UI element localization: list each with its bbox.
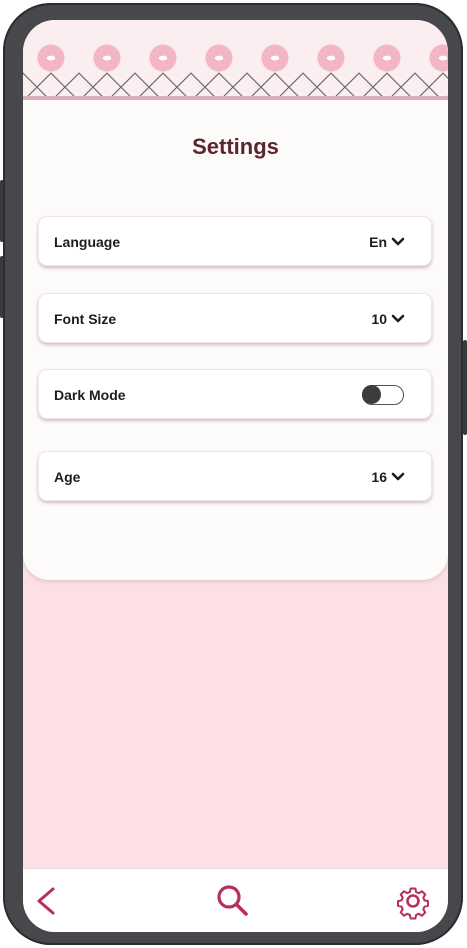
font-size-setting-row[interactable]: Font Size 10 — [38, 293, 432, 343]
age-value: 16 — [371, 469, 387, 485]
font-size-value: 10 — [371, 311, 387, 327]
language-value: En — [369, 234, 387, 250]
search-icon[interactable] — [213, 881, 253, 921]
decorative-pattern-header — [23, 20, 448, 100]
age-label: Age — [54, 469, 81, 485]
gear-icon[interactable] — [393, 881, 433, 921]
language-label: Language — [54, 234, 121, 250]
toggle-knob — [362, 385, 381, 404]
phone-frame: Settings Language En Font Size 10 Dark M… — [3, 3, 463, 945]
language-setting-row[interactable]: Language En — [38, 216, 432, 266]
bottom-navigation-bar — [23, 868, 448, 932]
dark-mode-toggle[interactable] — [362, 385, 404, 405]
dark-mode-setting-row: Dark Mode — [38, 369, 432, 419]
dark-mode-label: Dark Mode — [54, 387, 126, 403]
page-title: Settings — [192, 134, 279, 159]
back-icon[interactable] — [29, 881, 69, 921]
chevron-down-icon[interactable] — [391, 312, 405, 326]
chevron-down-icon[interactable] — [391, 235, 405, 249]
age-setting-row[interactable]: Age 16 — [38, 451, 432, 501]
font-size-label: Font Size — [54, 311, 117, 327]
chevron-down-icon[interactable] — [391, 470, 405, 484]
phone-power-button — [463, 340, 467, 435]
app-screen: Settings Language En Font Size 10 Dark M… — [23, 20, 448, 932]
